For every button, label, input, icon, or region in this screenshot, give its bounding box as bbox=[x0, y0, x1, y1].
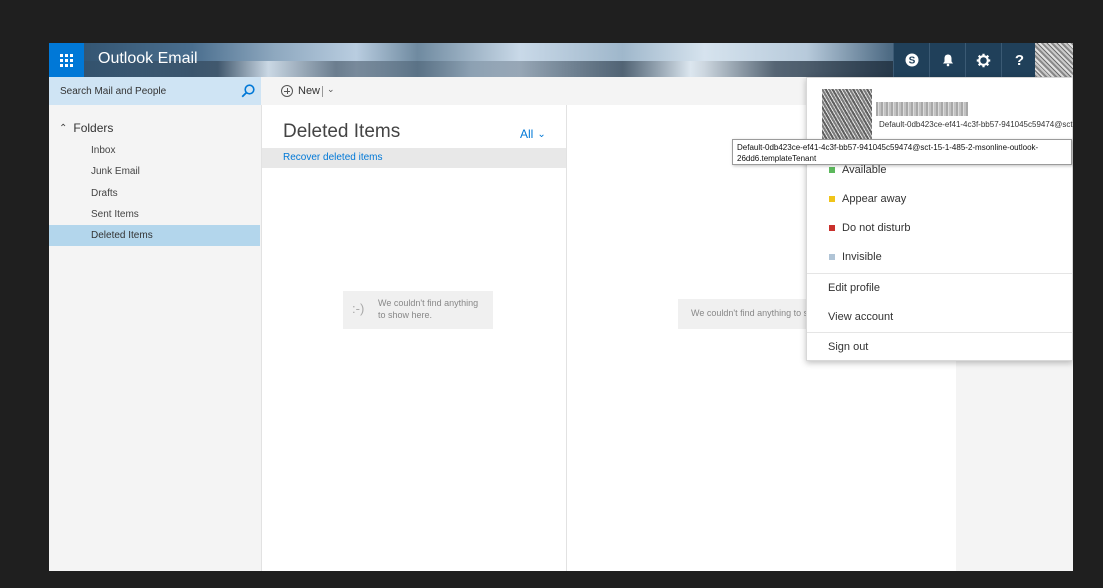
waffle-icon bbox=[60, 53, 73, 67]
status-label: Available bbox=[842, 164, 887, 176]
chevron-down-icon: ⌄ bbox=[537, 128, 546, 140]
pane-divider bbox=[566, 105, 567, 571]
status-dnd-dot bbox=[829, 225, 835, 231]
view-account-link[interactable]: View account bbox=[807, 306, 1072, 328]
divider bbox=[322, 86, 323, 97]
list-title: Deleted Items bbox=[283, 121, 401, 142]
folders-toggle[interactable]: ⌃ Folders bbox=[59, 121, 113, 135]
skype-icon: S bbox=[905, 53, 918, 67]
folders-title: Folders bbox=[73, 121, 114, 135]
recover-deleted-items-link[interactable]: Recover deleted items bbox=[283, 152, 383, 163]
edit-profile-link[interactable]: Edit profile bbox=[807, 277, 1072, 299]
filter-label: All bbox=[520, 127, 534, 141]
status-do-not-disturb[interactable]: Do not disturb bbox=[807, 217, 1072, 239]
bell-icon bbox=[942, 54, 953, 67]
sign-out-link[interactable]: Sign out bbox=[807, 336, 1072, 358]
notifications-button[interactable] bbox=[929, 43, 965, 77]
app-launcher-button[interactable] bbox=[49, 43, 84, 77]
folder-junk-email[interactable]: Junk Email bbox=[49, 161, 260, 182]
new-message-button[interactable]: New bbox=[281, 83, 320, 99]
status-appear-away[interactable]: Appear away bbox=[807, 188, 1072, 210]
email-tooltip: Default-0db423ce-ef41-4c3f-bb57-941045c5… bbox=[732, 139, 1072, 165]
profile-picture[interactable] bbox=[822, 89, 872, 139]
folder-sent-items[interactable]: Sent Items bbox=[49, 204, 260, 225]
status-invisible-dot bbox=[829, 254, 835, 260]
status-away-dot bbox=[829, 196, 835, 202]
recover-bar: Recover deleted items bbox=[262, 148, 566, 168]
empty-list-text: We couldn't find anything to show here. bbox=[378, 298, 479, 320]
status-available-dot bbox=[829, 167, 835, 173]
help-icon: ? bbox=[1014, 51, 1025, 69]
tooltip-text: Default-0db423ce-ef41-4c3f-bb57-941045c5… bbox=[737, 143, 1039, 163]
folder-inbox[interactable]: Inbox bbox=[49, 140, 260, 161]
account-avatar-button[interactable] bbox=[1035, 43, 1073, 77]
skype-button[interactable]: S bbox=[893, 43, 929, 77]
search-input[interactable] bbox=[60, 83, 230, 99]
outlook-window: Outlook Email S ? Search Mail and People… bbox=[49, 43, 1073, 571]
app-title: Outlook Email bbox=[98, 50, 198, 67]
search-box bbox=[49, 77, 261, 105]
smiley-icon: :-) bbox=[352, 301, 365, 316]
folder-pane: ⌃ Folders Inbox Junk Email Drafts Sent I… bbox=[49, 105, 261, 571]
status-label: Invisible bbox=[842, 251, 882, 263]
folder-deleted-items[interactable]: Deleted Items bbox=[49, 225, 260, 246]
search-icon[interactable] bbox=[240, 83, 256, 99]
folder-drafts[interactable]: Drafts bbox=[49, 183, 260, 204]
status-label: Appear away bbox=[842, 193, 907, 205]
status-invisible[interactable]: Invisible bbox=[807, 246, 1072, 268]
pane-divider bbox=[261, 105, 262, 571]
status-label: Do not disturb bbox=[842, 222, 911, 234]
reading-pane-empty-message: We couldn't find anything to show here. bbox=[678, 299, 806, 329]
menu-divider bbox=[807, 273, 1072, 274]
chevron-up-icon: ⌃ bbox=[59, 122, 68, 134]
gear-icon bbox=[976, 53, 991, 67]
reading-pane-empty-text: We couldn't find anything to show here. bbox=[691, 308, 806, 318]
profile-email: Default-0db423ce-ef41-4c3f-bb57-941045c5… bbox=[879, 120, 1073, 129]
help-button[interactable]: ? bbox=[1001, 43, 1037, 77]
menu-divider bbox=[807, 332, 1072, 333]
profile-name-redacted bbox=[876, 102, 968, 116]
new-label: New bbox=[298, 85, 321, 97]
filter-dropdown[interactable]: All ⌄ bbox=[520, 127, 546, 141]
settings-button[interactable] bbox=[965, 43, 1001, 77]
profile-menu: Default-0db423ce-ef41-4c3f-bb57-941045c5… bbox=[806, 77, 1073, 361]
chevron-down-icon[interactable]: ⌄ bbox=[327, 84, 335, 95]
empty-list-message: :-) We couldn't find anything to show he… bbox=[343, 291, 493, 329]
svg-text:S: S bbox=[908, 56, 915, 67]
plus-circle-icon bbox=[281, 85, 293, 97]
